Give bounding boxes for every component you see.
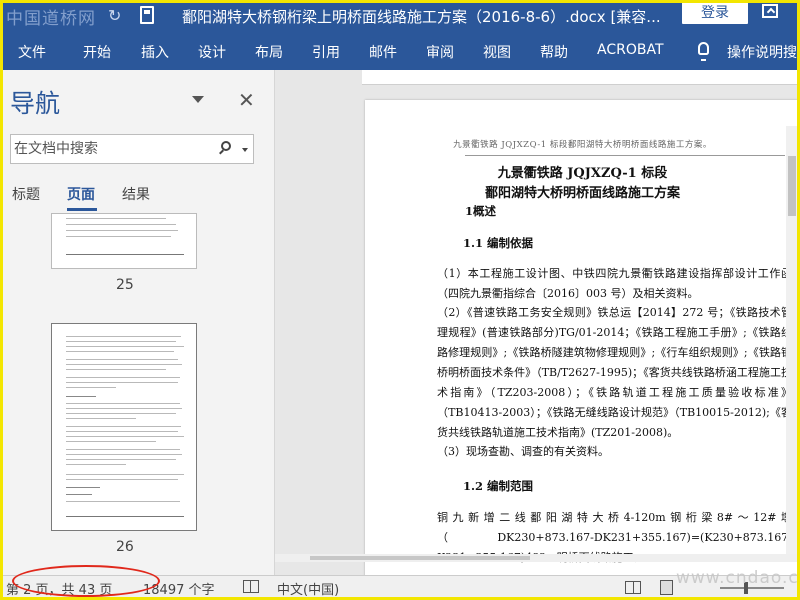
active-tab-indicator	[67, 208, 97, 211]
document-title: 鄱阳湖特大桥钢桁梁上明桥面线路施工方案（2016-8-6）.docx [兼容..…	[182, 8, 661, 26]
menu-review[interactable]: 审阅	[426, 42, 454, 62]
scrollbar-thumb[interactable]	[310, 556, 530, 560]
paragraph: （3）现场查勘、调查的有关资料。	[437, 445, 609, 458]
menu-view[interactable]: 视图	[483, 42, 511, 62]
site-watermark: www.cndao.com	[676, 568, 800, 588]
page-thumbnail-26[interactable]	[51, 323, 197, 531]
login-button[interactable]: 登录	[682, 2, 748, 24]
thumbnail-page-number: 26	[116, 539, 134, 555]
scrollbar-thumb[interactable]	[788, 156, 796, 216]
print-layout-icon[interactable]	[660, 580, 673, 595]
menu-file[interactable]: 文件	[18, 42, 46, 62]
document-area: 九景衢铁路 JQJXZQ-1 标段鄱阳湖特大桥明桥面线路施工方案。 九景衢铁路 …	[275, 70, 800, 575]
ribbon-display-options-icon[interactable]	[762, 4, 778, 18]
page-thumbnails: 25 26	[0, 213, 275, 575]
paragraph: （2）《普速铁路工务安全规则》铁总运【2014】272 号；《铁路技术管理规程》…	[437, 306, 792, 439]
vertical-scrollbar[interactable]	[786, 126, 798, 554]
menu-help[interactable]: 帮助	[540, 42, 568, 62]
tell-me-search[interactable]: 操作说明搜	[727, 42, 797, 62]
menu-insert[interactable]: 插入	[141, 42, 169, 62]
site-watermark-logo: 中国道桥网	[6, 9, 96, 29]
thumbnail-page-number: 25	[116, 277, 134, 293]
document-page[interactable]: 九景衢铁路 JQJXZQ-1 标段鄱阳湖特大桥明桥面线路施工方案。 九景衢铁路 …	[365, 100, 800, 575]
page-header: 九景衢铁路 JQJXZQ-1 标段鄱阳湖特大桥明桥面线路施工方案。	[453, 140, 712, 150]
horizontal-scrollbar[interactable]	[275, 554, 800, 562]
tab-pages[interactable]: 页面	[67, 184, 95, 204]
section-heading: 1.1 编制依据	[463, 236, 534, 250]
menu-layout[interactable]: 布局	[255, 42, 283, 62]
proofing-icon[interactable]	[243, 580, 259, 593]
close-icon[interactable]: ✕	[238, 88, 255, 112]
menu-references[interactable]: 引用	[312, 42, 340, 62]
search-box[interactable]	[10, 134, 254, 164]
language-status[interactable]: 中文(中国)	[277, 579, 339, 598]
chevron-down-icon[interactable]	[242, 148, 248, 152]
page-thumbnail-25[interactable]	[51, 213, 197, 269]
horizontal-ruler	[362, 70, 800, 85]
menu-mailings[interactable]: 邮件	[369, 42, 397, 62]
read-mode-icon[interactable]	[625, 581, 641, 594]
menu-home[interactable]: 开始	[83, 42, 111, 62]
document-title-line-2: 鄱阳湖特大桥明桥面线路施工方案	[484, 186, 680, 201]
ribbon-tabs: 文件 开始 插入 设计 布局 引用 邮件 审阅 视图 帮助 ACROBAT	[0, 34, 800, 70]
document-title-line-1: 九景衢铁路 JQJXZQ-1 标段	[497, 166, 668, 181]
tab-results[interactable]: 结果	[122, 184, 150, 204]
header-divider	[465, 155, 785, 156]
section-heading: 1.2 编制范围	[463, 479, 534, 493]
section-heading: 1概述	[465, 204, 497, 218]
refresh-icon[interactable]: ↻	[108, 6, 121, 25]
save-icon[interactable]	[140, 6, 154, 24]
navigation-title: 导航	[10, 89, 61, 118]
paragraph: （1）本工程施工设计图、中铁四院九景衢铁路建设指挥部设计工作函（四院九景衢指综合…	[437, 267, 792, 300]
pane-options-chevron-icon[interactable]	[192, 96, 204, 103]
menu-acrobat[interactable]: ACROBAT	[597, 42, 664, 58]
search-icon[interactable]	[221, 141, 231, 151]
title-bar: 中国道桥网 ↻ 鄱阳湖特大桥钢桁梁上明桥面线路施工方案（2016-8-6）.do…	[0, 0, 800, 34]
highlight-annotation	[12, 565, 160, 597]
lightbulb-icon[interactable]	[698, 42, 709, 61]
search-input[interactable]	[14, 139, 210, 159]
menu-design[interactable]: 设计	[198, 42, 226, 62]
tab-headings[interactable]: 标题	[12, 184, 40, 204]
navigation-pane: 导航 ✕ 标题 页面 结果 25	[0, 70, 275, 575]
